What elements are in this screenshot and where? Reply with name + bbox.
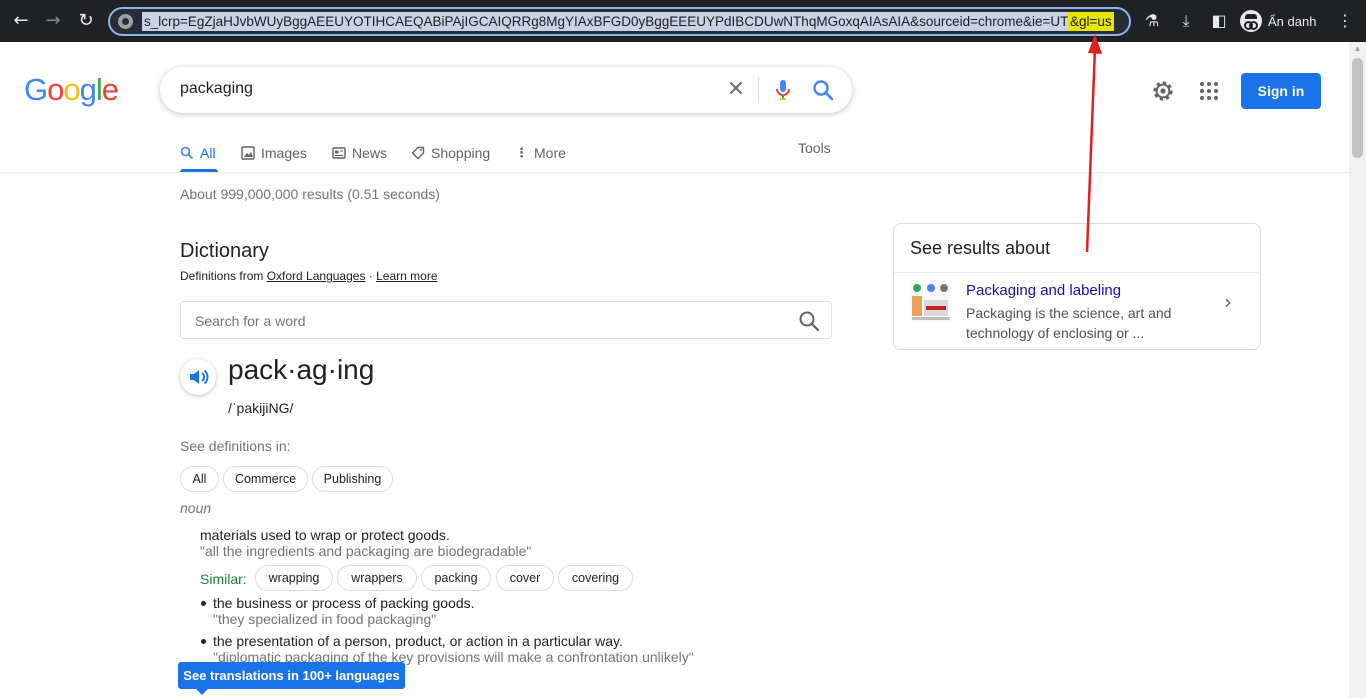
source-prefix: Definitions from (180, 269, 267, 283)
incognito-label: Ẩn danh (1268, 13, 1317, 29)
list-bullet (201, 639, 206, 644)
dictionary-search-placeholder[interactable]: Search for a word (195, 313, 306, 329)
oxford-languages-link[interactable]: Oxford Languages (267, 269, 366, 283)
definition-1: materials used to wrap or protect goods. (200, 527, 450, 543)
panel-item-description: Packaging is the science, art and techno… (966, 305, 1172, 341)
side-panel-icon[interactable]: ◧ (1208, 10, 1230, 32)
back-arrow-icon[interactable]: ← (8, 8, 34, 34)
filter-chip-commerce[interactable]: Commerce (223, 466, 308, 492)
similar-label: Similar: (200, 571, 247, 587)
tools-button[interactable]: Tools (798, 140, 831, 156)
logo-letter: o (63, 72, 80, 107)
url-highlighted-param[interactable]: &gl=us (1068, 12, 1114, 31)
filter-chip-publishing[interactable]: Publishing (312, 466, 393, 492)
scrollbar-thumb[interactable] (1352, 58, 1363, 158)
speaker-icon (190, 369, 209, 385)
phonetic: /ˈpakijiNG/ (228, 400, 294, 416)
logo-letter: g (79, 72, 97, 107)
tab-more[interactable]: ⋮ More (515, 143, 566, 163)
tab-label: More (534, 145, 566, 161)
google-apps-icon[interactable] (1198, 80, 1220, 102)
tab-label: Shopping (431, 145, 491, 161)
news-icon (332, 147, 346, 159)
google-logo[interactable]: Google (24, 72, 119, 108)
sign-in-button[interactable]: Sign in (1241, 73, 1321, 109)
tab-all[interactable]: All (180, 143, 216, 163)
microphone-icon[interactable] (774, 79, 792, 101)
browser-toolbar: ← → ↻ s_lcrp=EgZjaHJvbWUyBggAEEUYOTIHCAE… (0, 0, 1366, 42)
search-icon[interactable] (798, 310, 820, 332)
url-text[interactable]: s_lcrp=EgZjaHJvbWUyBggAEEUYOTIHCAEQABiPA… (142, 12, 1091, 31)
see-translations-button[interactable]: See translations in 100+ languages (178, 662, 405, 695)
tab-label: All (200, 145, 216, 161)
dictionary-search-field[interactable]: Search for a word (180, 301, 832, 339)
headword: pack·ag·ing (228, 354, 375, 385)
scroll-up-arrow-icon[interactable]: ▲ (1352, 44, 1363, 54)
panel-title: See results about (910, 238, 1051, 258)
reload-icon[interactable]: ↻ (73, 8, 99, 34)
similar-chip-packing[interactable]: packing (421, 565, 491, 591)
search-divider (758, 77, 759, 103)
site-info-icon[interactable] (118, 14, 133, 29)
labs-flask-icon[interactable]: ⚗ (1141, 10, 1163, 32)
packaging-thumbnail-image[interactable] (910, 282, 952, 322)
example-1: "all the ingredients and packaging are b… (200, 543, 532, 559)
filter-chip-all[interactable]: All (180, 466, 219, 492)
search-icon[interactable] (812, 79, 834, 101)
clear-search-icon[interactable]: ✕ (722, 76, 750, 104)
tab-news[interactable]: News (332, 143, 387, 163)
more-vert-icon: ⋮ (515, 145, 528, 161)
learn-more-link[interactable]: Learn more (376, 269, 437, 283)
see-definitions-label: See definitions in: (180, 438, 291, 454)
dictionary-title: Dictionary (180, 240, 269, 262)
browser-menu-icon[interactable]: ⋮ (1334, 10, 1356, 32)
settings-gear-icon[interactable] (1150, 78, 1176, 104)
packaging-and-labeling-link[interactable]: Packaging and labeling (966, 282, 1121, 299)
incognito-profile-button[interactable]: Ẩn danh (1240, 10, 1316, 32)
search-box[interactable]: packaging ✕ (160, 67, 852, 113)
tab-shopping[interactable]: Shopping (411, 143, 490, 163)
list-bullet (201, 601, 206, 606)
annotation-arrow-icon (1085, 34, 1102, 253)
similar-chip-wrapping[interactable]: wrapping (255, 565, 333, 591)
tab-label: News (352, 145, 388, 161)
image-icon (241, 146, 255, 160)
pronunciation-button[interactable] (180, 359, 216, 395)
address-bar[interactable]: s_lcrp=EgZjaHJvbWUyBggAEEUYOTIHCAEQABiPA… (108, 7, 1131, 36)
search-icon (180, 146, 194, 160)
dictionary-source: Definitions from Oxford Languages · Lear… (180, 269, 438, 283)
chevron-right-icon[interactable]: › (1224, 290, 1232, 314)
example-2: "they specialized in food packaging" (213, 611, 437, 627)
result-stats: About 999,000,000 results (0.51 seconds) (180, 186, 440, 202)
definition-3: the presentation of a person, product, o… (213, 633, 623, 649)
definition-2: the business or process of packing goods… (213, 595, 475, 611)
logo-letter: e (101, 72, 119, 107)
logo-letter: G (24, 72, 48, 107)
tab-images[interactable]: Images (241, 143, 307, 163)
tabs-divider (0, 172, 1349, 173)
logo-letter: o (47, 72, 64, 107)
panel-divider (894, 272, 1260, 273)
download-icon[interactable]: ⤓ (1175, 10, 1197, 32)
part-of-speech: noun (180, 500, 212, 516)
incognito-icon (1240, 10, 1262, 32)
forward-arrow-icon[interactable]: → (40, 8, 66, 34)
tab-label: Images (261, 145, 307, 161)
similar-chip-wrappers[interactable]: wrappers (337, 565, 417, 591)
tag-icon (411, 146, 425, 160)
search-input[interactable]: packaging (180, 80, 253, 98)
source-separator: · (365, 269, 377, 283)
similar-chip-covering[interactable]: covering (558, 565, 633, 591)
similar-chip-cover[interactable]: cover (496, 565, 554, 591)
